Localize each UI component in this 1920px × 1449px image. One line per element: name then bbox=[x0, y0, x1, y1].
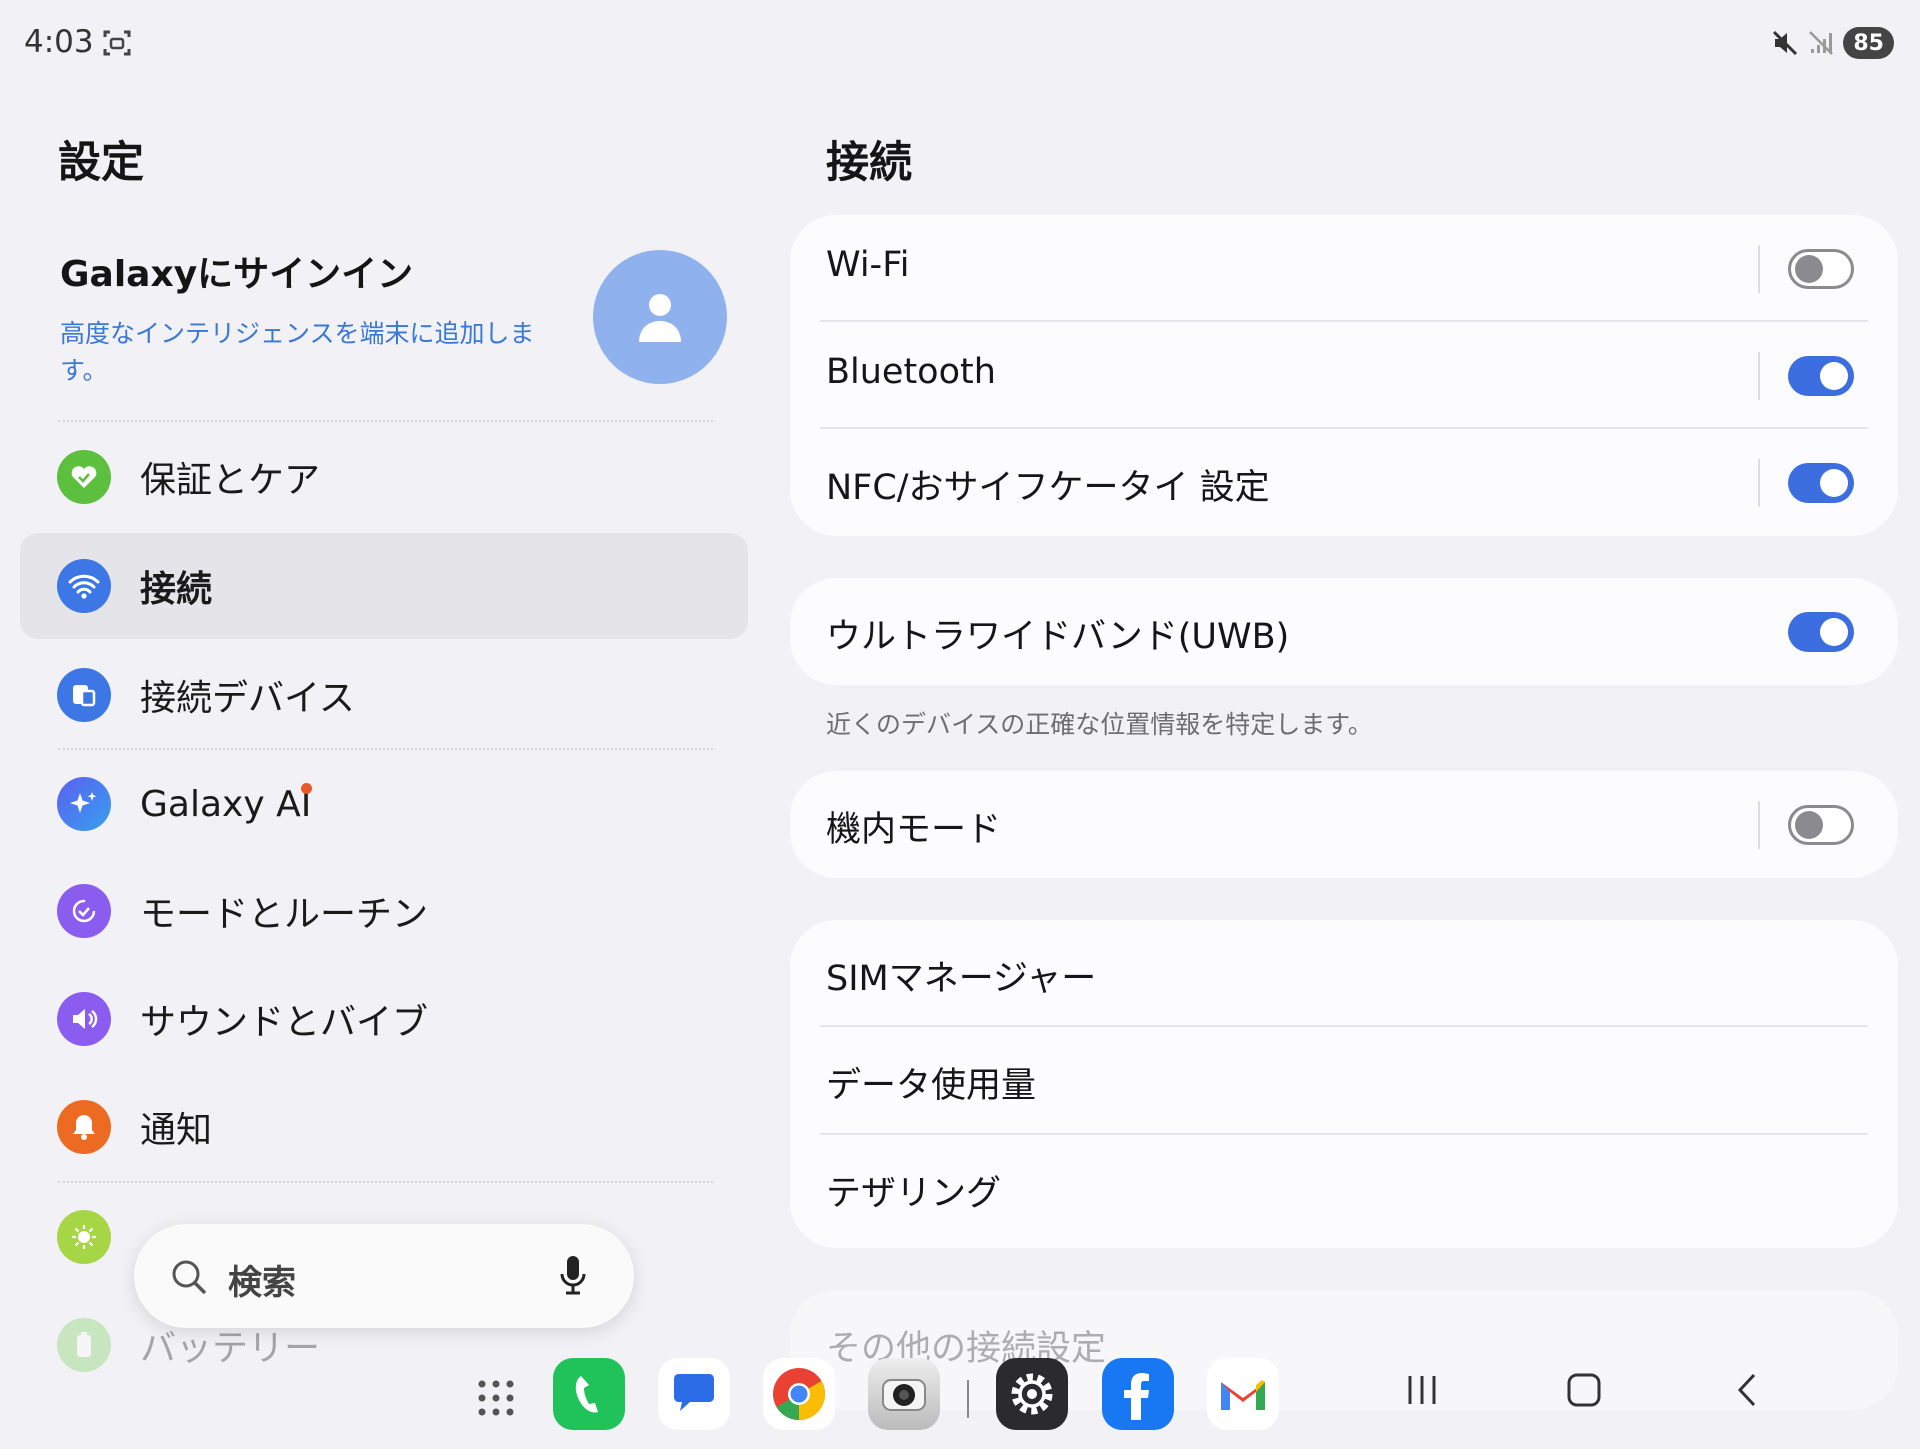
divider bbox=[58, 1181, 713, 1183]
row-label: SIMマネージャー bbox=[826, 959, 1097, 999]
row-label: テザリング bbox=[826, 1174, 1002, 1214]
nav-item-warranty[interactable]: 保証とケア bbox=[20, 424, 748, 530]
mute-icon bbox=[1773, 30, 1798, 56]
sun-icon bbox=[57, 1210, 111, 1264]
wifi-icon bbox=[57, 559, 111, 613]
wifi-toggle[interactable] bbox=[1788, 249, 1854, 289]
chrome-icon[interactable] bbox=[763, 1358, 835, 1430]
dock-separator bbox=[967, 1380, 969, 1418]
row-label: データ使用量 bbox=[826, 1066, 1037, 1106]
separator bbox=[1758, 352, 1760, 400]
account-avatar[interactable] bbox=[593, 250, 727, 384]
settings-title: 設定 bbox=[58, 138, 144, 188]
row-label: ウルトラワイドバンド(UWB) bbox=[826, 617, 1290, 657]
separator bbox=[1758, 801, 1760, 849]
card-network: SIMマネージャー データ使用量 テザリング bbox=[790, 920, 1898, 1248]
separator bbox=[1758, 245, 1760, 293]
uwb-note: 近くのデバイスの正確な位置情報を特定します。 bbox=[826, 710, 1373, 739]
connections-title: 接続 bbox=[826, 138, 912, 188]
divider bbox=[58, 420, 713, 422]
phone-icon[interactable] bbox=[553, 1358, 625, 1430]
row-label: Wi-Fi bbox=[826, 245, 910, 285]
nav-label: 接続 bbox=[140, 569, 213, 610]
nav-item-modes-routines[interactable]: モードとルーチン bbox=[20, 858, 748, 964]
nav-label: モードとルーチン bbox=[140, 894, 429, 935]
recents-icon[interactable] bbox=[1404, 1370, 1440, 1410]
search-bar[interactable]: 検索 bbox=[134, 1224, 634, 1328]
setting-row-sim[interactable]: SIMマネージャー bbox=[790, 920, 1898, 1027]
card-wireless: Wi-Fi Bluetooth NFC/おサイフケータイ 設定 bbox=[790, 215, 1898, 536]
back-icon[interactable] bbox=[1732, 1370, 1762, 1410]
nav-label: 通知 bbox=[140, 1110, 213, 1151]
messages-icon[interactable] bbox=[658, 1358, 730, 1430]
nfc-toggle[interactable] bbox=[1788, 463, 1854, 503]
nav-item-galaxy-ai[interactable]: Galaxy AI bbox=[20, 751, 748, 857]
signin-title: Galaxyにサインイン bbox=[60, 254, 414, 295]
divider bbox=[58, 748, 713, 750]
signin-subtitle: 高度なインテリジェンスを端末に追加します。 bbox=[60, 319, 535, 385]
settings-icon[interactable] bbox=[996, 1358, 1068, 1430]
status-time: 4:03 bbox=[24, 24, 94, 60]
new-badge-dot bbox=[301, 783, 312, 794]
card-uwb: ウルトラワイドバンド(UWB) bbox=[790, 578, 1898, 685]
row-label: Bluetooth bbox=[826, 352, 996, 392]
nav-label: Galaxy AI bbox=[140, 783, 312, 825]
setting-row-data-usage[interactable]: データ使用量 bbox=[790, 1027, 1898, 1135]
setting-row-uwb[interactable]: ウルトラワイドバンド(UWB) bbox=[790, 578, 1898, 685]
separator bbox=[1758, 459, 1760, 507]
status-bar: 4:03 85 bbox=[0, 0, 1920, 88]
setting-row-bluetooth[interactable]: Bluetooth bbox=[790, 322, 1898, 429]
camera-icon[interactable] bbox=[868, 1358, 940, 1430]
nav-label: 保証とケア bbox=[140, 460, 321, 501]
airplane-toggle[interactable] bbox=[1788, 805, 1854, 845]
battery-indicator: 85 bbox=[1843, 27, 1894, 59]
search-icon bbox=[172, 1260, 207, 1295]
galaxy-signin[interactable]: Galaxyにサインイン 高度なインテリジェンスを端末に追加します。 bbox=[60, 245, 560, 389]
person-icon bbox=[639, 294, 681, 342]
nav-item-connected-devices[interactable]: 接続デバイス bbox=[20, 642, 748, 748]
setting-row-tethering[interactable]: テザリング bbox=[790, 1135, 1898, 1245]
speaker-icon bbox=[57, 992, 111, 1046]
facebook-icon[interactable] bbox=[1102, 1358, 1174, 1430]
nav-item-sound[interactable]: サウンドとバイブ bbox=[20, 966, 748, 1072]
check-circle-icon bbox=[57, 884, 111, 938]
devices-icon bbox=[57, 668, 111, 722]
row-label: 機内モード bbox=[826, 810, 1002, 850]
nav-label: 接続デバイス bbox=[140, 678, 355, 719]
nav-item-notifications[interactable]: 通知 bbox=[20, 1074, 748, 1180]
uwb-toggle[interactable] bbox=[1788, 612, 1854, 652]
no-signal-icon bbox=[1809, 31, 1834, 55]
row-label: NFC/おサイフケータイ 設定 bbox=[826, 468, 1270, 508]
bluetooth-toggle[interactable] bbox=[1788, 356, 1854, 396]
setting-row-wifi[interactable]: Wi-Fi bbox=[790, 215, 1898, 322]
nav-label: サウンドとバイブ bbox=[140, 1002, 429, 1043]
bell-icon bbox=[57, 1100, 111, 1154]
mic-icon[interactable] bbox=[558, 1254, 588, 1296]
search-placeholder: 検索 bbox=[228, 1263, 296, 1303]
setting-row-nfc[interactable]: NFC/おサイフケータイ 設定 bbox=[790, 429, 1898, 536]
taskbar bbox=[0, 1340, 1920, 1449]
setting-row-airplane[interactable]: 機内モード bbox=[790, 771, 1898, 878]
gmail-icon[interactable] bbox=[1207, 1358, 1279, 1430]
nav-item-connections[interactable]: 接続 bbox=[20, 533, 748, 639]
heart-icon bbox=[57, 450, 111, 504]
apps-grid-icon[interactable] bbox=[476, 1378, 516, 1418]
card-airplane: 機内モード bbox=[790, 771, 1898, 878]
home-icon[interactable] bbox=[1564, 1370, 1604, 1410]
screenshot-icon bbox=[103, 30, 131, 56]
sparkle-icon bbox=[57, 777, 111, 831]
